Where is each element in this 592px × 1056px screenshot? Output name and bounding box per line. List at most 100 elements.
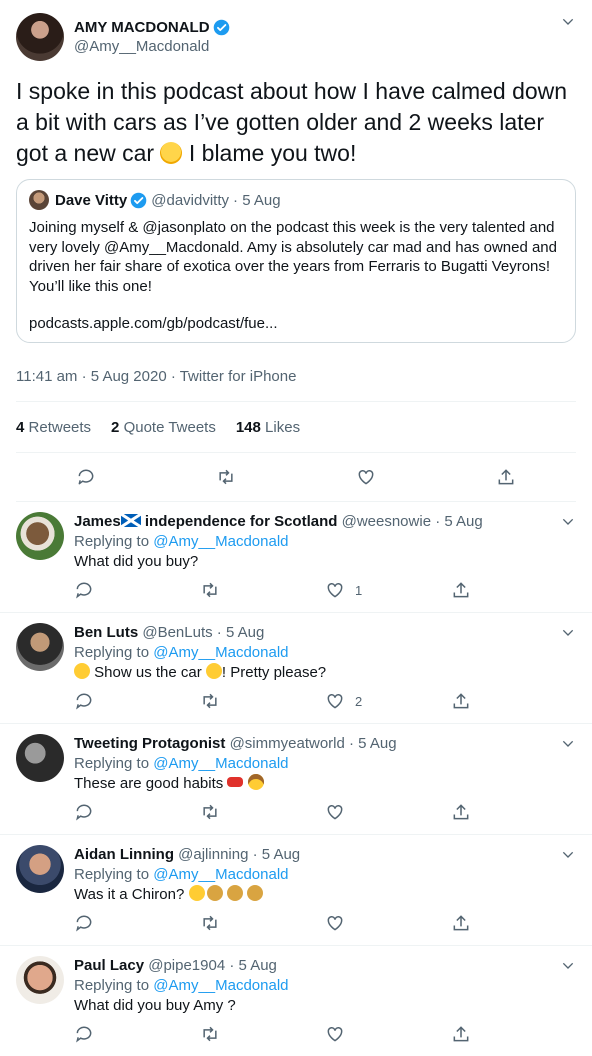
avatar[interactable]: [16, 512, 64, 560]
replying-to: Replying to @Amy__Macdonald: [74, 644, 289, 661]
replying-to-link[interactable]: @Amy__Macdonald: [153, 977, 288, 994]
reply-author-name[interactable]: James: [74, 513, 121, 530]
reply-item[interactable]: Paul Lacy @pipe1904 · 5 Aug Replying to …: [0, 946, 592, 1056]
reply-body: James independence for Scotland @weesnow…: [74, 502, 576, 600]
share-icon[interactable]: [451, 691, 577, 711]
quote-avatar: [29, 190, 49, 210]
retweet-icon[interactable]: [200, 802, 326, 822]
retweet-icon[interactable]: [200, 913, 326, 933]
author-handle[interactable]: @Amy__Macdonald: [74, 38, 230, 55]
retweet-icon[interactable]: [200, 691, 326, 711]
reply-author-name[interactable]: Ben Luts: [74, 624, 138, 641]
reply-icon[interactable]: [74, 802, 200, 822]
avatar[interactable]: [16, 845, 64, 893]
author-name-row[interactable]: AMY MACDONALD: [74, 19, 230, 36]
reply-date[interactable]: · 5 Aug: [349, 735, 397, 752]
reply-header: Paul Lacy @pipe1904 · 5 Aug: [74, 956, 576, 976]
heart-icon: [327, 804, 343, 820]
reply-author-name[interactable]: Tweeting Protagonist: [74, 735, 225, 752]
quote-tweets-stat[interactable]: 2 Quote Tweets: [111, 419, 216, 436]
reply-date[interactable]: · 5 Aug: [435, 513, 483, 530]
reply-text: Show us the car ! Pretty please?: [74, 663, 576, 683]
reply-text: What did you buy?: [74, 553, 199, 570]
reply-header: Aidan Linning @ajlinning · 5 Aug: [74, 845, 576, 865]
replying-to: Replying to @Amy__Macdonald: [74, 533, 289, 550]
heart-icon[interactable]: [356, 467, 376, 487]
like-button[interactable]: 1: [325, 580, 451, 600]
retweets-stat[interactable]: 4 Retweets: [16, 419, 91, 436]
heart-icon: [327, 693, 343, 709]
reply-item[interactable]: Ben Luts @BenLuts · 5 Aug Replying to @A…: [0, 613, 592, 724]
like-button[interactable]: [325, 913, 451, 933]
laughing-emoji-icon: [188, 885, 205, 901]
like-button[interactable]: [325, 1024, 451, 1044]
reply-actions: 2: [74, 691, 576, 711]
replying-to-link[interactable]: @Amy__Macdonald: [153, 533, 288, 550]
quoted-tweet[interactable]: Dave Vitty @davidvitty · 5 Aug Joining m…: [16, 179, 576, 343]
avatar[interactable]: [16, 956, 64, 1004]
reply-item[interactable]: Aidan Linning @ajlinning · 5 Aug Replyin…: [0, 835, 592, 946]
reply-icon[interactable]: [74, 691, 200, 711]
reply-item[interactable]: James independence for Scotland @weesnow…: [0, 502, 592, 613]
reply-handle[interactable]: @weesnowie: [342, 513, 431, 530]
retweet-icon[interactable]: [216, 467, 236, 487]
chevron-down-icon[interactable]: [560, 14, 576, 30]
heart-icon: [327, 1026, 343, 1042]
chevron-down-icon[interactable]: [560, 847, 576, 863]
reply-handle[interactable]: @BenLuts: [142, 624, 212, 641]
reply-icon[interactable]: [74, 1024, 200, 1044]
retweet-icon[interactable]: [200, 580, 326, 600]
replying-to-link[interactable]: @Amy__Macdonald: [153, 866, 288, 883]
main-tweet: AMY MACDONALD @Amy__Macdonald I spoke in…: [0, 0, 592, 502]
quote-link[interactable]: podcasts.apple.com/gb/podcast/fue...: [29, 315, 563, 332]
grinning-emoji-icon: [205, 663, 222, 679]
reply-icon[interactable]: [74, 580, 200, 600]
share-icon[interactable]: [451, 913, 577, 933]
chevron-down-icon[interactable]: [560, 625, 576, 641]
reply-header: Tweeting Protagonist @simmyeatworld · 5 …: [74, 734, 576, 754]
reply-date[interactable]: · 5 Aug: [253, 846, 301, 863]
verified-icon: [213, 19, 229, 36]
reply-author-name[interactable]: Paul Lacy: [74, 957, 144, 974]
reply-handle[interactable]: @simmyeatworld: [230, 735, 345, 752]
share-icon[interactable]: [496, 467, 516, 487]
likes-stat[interactable]: 148 Likes: [236, 419, 300, 436]
share-icon[interactable]: [451, 1024, 577, 1044]
share-icon[interactable]: [451, 802, 577, 822]
reply-body: Aidan Linning @ajlinning · 5 Aug Replyin…: [74, 835, 576, 933]
retweet-icon[interactable]: [200, 1024, 326, 1044]
scotland-flag-icon: [120, 514, 141, 527]
reply-text: Was it a Chiron?: [74, 885, 576, 905]
reply-icon[interactable]: [74, 913, 200, 933]
like-count: 2: [355, 693, 363, 709]
replying-to-link[interactable]: @Amy__Macdonald: [153, 755, 288, 772]
tweet-header: AMY MACDONALD @Amy__Macdonald: [16, 0, 576, 74]
reply-icon[interactable]: [76, 467, 96, 487]
reply-actions: [74, 1024, 576, 1044]
avatar[interactable]: [16, 13, 64, 61]
chevron-down-icon[interactable]: [560, 514, 576, 530]
like-button[interactable]: 2: [325, 691, 451, 711]
reply-date[interactable]: · 5 Aug: [229, 957, 277, 974]
avatar[interactable]: [16, 623, 64, 671]
chevron-down-icon[interactable]: [560, 958, 576, 974]
cowboy-emoji-icon: [247, 774, 264, 790]
reply-author-name[interactable]: Aidan Linning: [74, 846, 174, 863]
chevron-down-icon[interactable]: [560, 736, 576, 752]
reply-actions: 1: [74, 580, 576, 600]
avatar[interactable]: [16, 734, 64, 782]
reply-date[interactable]: · 5 Aug: [217, 624, 265, 641]
reply-handle[interactable]: @ajlinning: [178, 846, 248, 863]
quote-header: Dave Vitty @davidvitty · 5 Aug: [29, 190, 563, 210]
replying-to-link[interactable]: @Amy__Macdonald: [153, 644, 288, 661]
reply-item[interactable]: Tweeting Protagonist @simmyeatworld · 5 …: [0, 724, 592, 835]
replying-to: Replying to @Amy__Macdonald: [74, 977, 289, 994]
reply-handle[interactable]: @pipe1904: [148, 957, 225, 974]
like-button[interactable]: [325, 802, 451, 822]
money-bag-emoji-icon: [226, 885, 243, 901]
reply-author-name-suffix[interactable]: independence for Scotland: [141, 513, 338, 530]
share-icon[interactable]: [451, 580, 577, 600]
tweet-meta[interactable]: 11:41 am · 5 Aug 2020 · Twitter for iPho…: [16, 351, 576, 401]
author-name[interactable]: AMY MACDONALD: [74, 19, 210, 36]
replying-to: Replying to @Amy__Macdonald: [74, 755, 289, 772]
